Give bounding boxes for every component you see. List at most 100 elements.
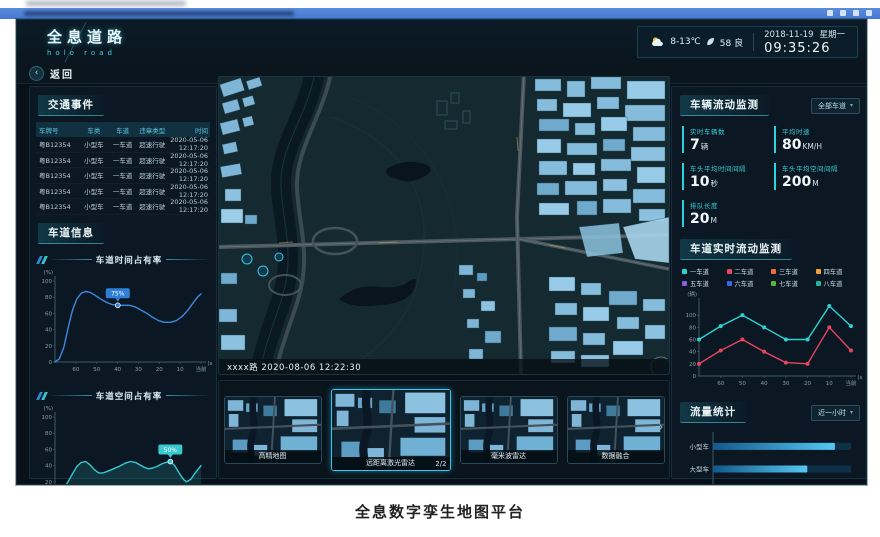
- svg-text:(s): (s): [857, 375, 863, 381]
- carousel-thumbnail[interactable]: 数据融合: [567, 396, 665, 464]
- svg-text:20: 20: [156, 367, 163, 373]
- header-divider: [753, 33, 754, 51]
- carousel-next-button[interactable]: ›: [655, 419, 667, 437]
- svg-text:100: 100: [42, 279, 53, 285]
- carousel-thumbnail[interactable]: 高精地图: [224, 396, 322, 464]
- chart-title-lane-space: 车道空间占有率: [96, 390, 163, 402]
- time-value: 09:35:26: [764, 41, 845, 56]
- lane-time-occupancy-chart[interactable]: 020406080100(%)605040302010当前(s)75%: [33, 268, 213, 380]
- svg-text:60: 60: [45, 447, 52, 453]
- svg-text:(%): (%): [43, 270, 53, 276]
- traffic-events-table[interactable]: 车牌号车类车道违章类型时间粤B12354小型车一车道超速行驶2020-05-06…: [36, 122, 210, 215]
- map-panel[interactable]: xxxx路 2020-08-06 12:22:30: [218, 76, 670, 375]
- svg-text:50: 50: [93, 367, 100, 373]
- legend-item[interactable]: 六车道: [727, 279, 770, 288]
- volume-bar-chart[interactable]: 小型车大型车超大型车020,00040,00060,000: [677, 427, 863, 485]
- svg-text:当前: 当前: [195, 365, 207, 373]
- back-button[interactable]: ‹ 返回: [29, 66, 74, 81]
- svg-text:0: 0: [49, 360, 53, 366]
- air-quality-icon: [706, 37, 715, 47]
- dashboard-header: 全息道路 holo road 8-13℃ 58 良 201: [17, 20, 866, 65]
- legend-item[interactable]: 三车道: [771, 267, 814, 276]
- restore-icon[interactable]: [853, 10, 859, 16]
- city-map: [219, 77, 669, 374]
- slashes-icon: [38, 256, 46, 264]
- realtime-flow-chart[interactable]: 020406080100(辆)605040302010当前(s): [677, 290, 863, 394]
- page: 全息道路 holo road 8-13℃ 58 良 201: [0, 0, 880, 537]
- date-value: 2018-11-19: [764, 30, 813, 40]
- table-row[interactable]: 粤B12354小型车一车道超速行驶2020-05-06 12:17:20: [36, 184, 210, 200]
- table-row[interactable]: 粤B12354小型车一车道超速行驶2020-05-06 12:17:20: [36, 153, 210, 169]
- chart-title-lane-time: 车道时间占有率: [96, 254, 163, 266]
- table-row[interactable]: 粤B12354小型车一车道超速行驶2020-05-06 12:17:20: [36, 137, 210, 153]
- back-label: 返回: [50, 66, 74, 81]
- stat-card: 排队长度20M: [682, 200, 766, 227]
- datetime: 2018-11-19 星期一 09:35:26: [764, 28, 845, 56]
- carousel-thumbnail[interactable]: 毫米波雷达: [460, 396, 558, 464]
- svg-text:80: 80: [689, 325, 696, 331]
- slashes-icon: [38, 392, 46, 400]
- svg-text:10: 10: [177, 367, 184, 373]
- svg-text:20: 20: [804, 381, 811, 387]
- time-range-dropdown[interactable]: 近一小时▾: [811, 405, 860, 421]
- svg-text:100: 100: [686, 313, 697, 319]
- lane-filter-dropdown[interactable]: 全部车道▾: [811, 98, 860, 114]
- redacted-browser-tabs: [0, 0, 880, 8]
- svg-text:(%): (%): [43, 406, 53, 412]
- maximize-icon[interactable]: [840, 10, 846, 16]
- svg-text:60: 60: [45, 311, 52, 317]
- legend-item[interactable]: 八车道: [816, 279, 859, 288]
- legend-item[interactable]: 一车道: [682, 267, 725, 276]
- carousel-panel: ‹ 高精地图远距离激光雷达2/2毫米波雷达数据融合 ›: [218, 380, 670, 479]
- window-titlebar: [0, 8, 880, 19]
- lane-legend[interactable]: 一车道二车道三车道四车道五车道六车道七车道八车道: [682, 267, 858, 288]
- weather: 8-13℃ 58 良: [650, 36, 743, 49]
- lane-space-occupancy-chart[interactable]: 020406080100(%)605040302010当前(s)50%: [33, 404, 213, 486]
- stat-card: 车头平均空间间隔200M: [774, 163, 858, 190]
- section-title-lane-info: 车道信息: [38, 223, 104, 244]
- map-caption-bar: xxxx路 2020-08-06 12:22:30: [219, 359, 669, 374]
- left-panel: 交通事件 车牌号车类车道违章类型时间粤B12354小型车一车道超速行驶2020-…: [29, 86, 217, 479]
- svg-text:100: 100: [42, 415, 53, 421]
- legend-item[interactable]: 七车道: [771, 279, 814, 288]
- svg-text:80: 80: [45, 295, 52, 301]
- chevron-down-icon: ▾: [850, 409, 853, 416]
- header-status-box: 8-13℃ 58 良 2018-11-19 星期一 09:35:26: [637, 26, 858, 58]
- section-title-realtime-flow: 车道实时流动监测: [680, 239, 792, 260]
- svg-text:40: 40: [761, 381, 768, 387]
- carousel-thumbnail[interactable]: 远距离激光雷达2/2: [331, 389, 451, 471]
- chart-header-lane-time: 车道时间占有率: [38, 254, 208, 266]
- svg-text:75%: 75%: [111, 290, 125, 297]
- svg-text:20: 20: [689, 362, 696, 368]
- svg-text:80: 80: [45, 431, 52, 437]
- svg-text:0: 0: [693, 374, 697, 380]
- page-title: 全息道路: [47, 26, 127, 47]
- table-row[interactable]: 粤B12354小型车一车道超速行驶2020-05-06 12:17:20: [36, 199, 210, 215]
- carousel-thumbnails: 高精地图远距离激光雷达2/2毫米波雷达数据融合: [233, 386, 655, 473]
- legend-item[interactable]: 二车道: [727, 267, 770, 276]
- chevron-down-icon: ▾: [850, 102, 853, 109]
- section-title-vehicle-flow: 车辆流动监测: [680, 95, 769, 116]
- svg-text:40: 40: [114, 367, 121, 373]
- air-quality: 58 良: [720, 36, 743, 49]
- svg-text:60: 60: [689, 338, 696, 344]
- svg-text:20: 20: [45, 479, 52, 485]
- map-3d-view[interactable]: [219, 77, 669, 374]
- section-title-volume: 流量统计: [680, 402, 746, 423]
- svg-text:50: 50: [739, 381, 746, 387]
- window-controls[interactable]: [827, 10, 872, 16]
- table-row[interactable]: 粤B12354小型车一车道超速行驶2020-05-06 12:17:20: [36, 168, 210, 184]
- legend-item[interactable]: 五车道: [682, 279, 725, 288]
- svg-text:40: 40: [45, 463, 52, 469]
- svg-text:60: 60: [72, 367, 79, 373]
- weekday-value: 星期一: [819, 30, 845, 40]
- back-chevron-icon: ‹: [29, 66, 44, 81]
- close-icon[interactable]: [866, 10, 872, 16]
- minimize-icon[interactable]: [827, 10, 833, 16]
- svg-text:30: 30: [782, 381, 789, 387]
- stat-card: 平均时速80KM/H: [774, 126, 858, 153]
- svg-text:小型车: 小型车: [690, 442, 710, 451]
- svg-text:10: 10: [826, 381, 833, 387]
- legend-item[interactable]: 四车道: [816, 267, 859, 276]
- svg-text:60: 60: [717, 381, 724, 387]
